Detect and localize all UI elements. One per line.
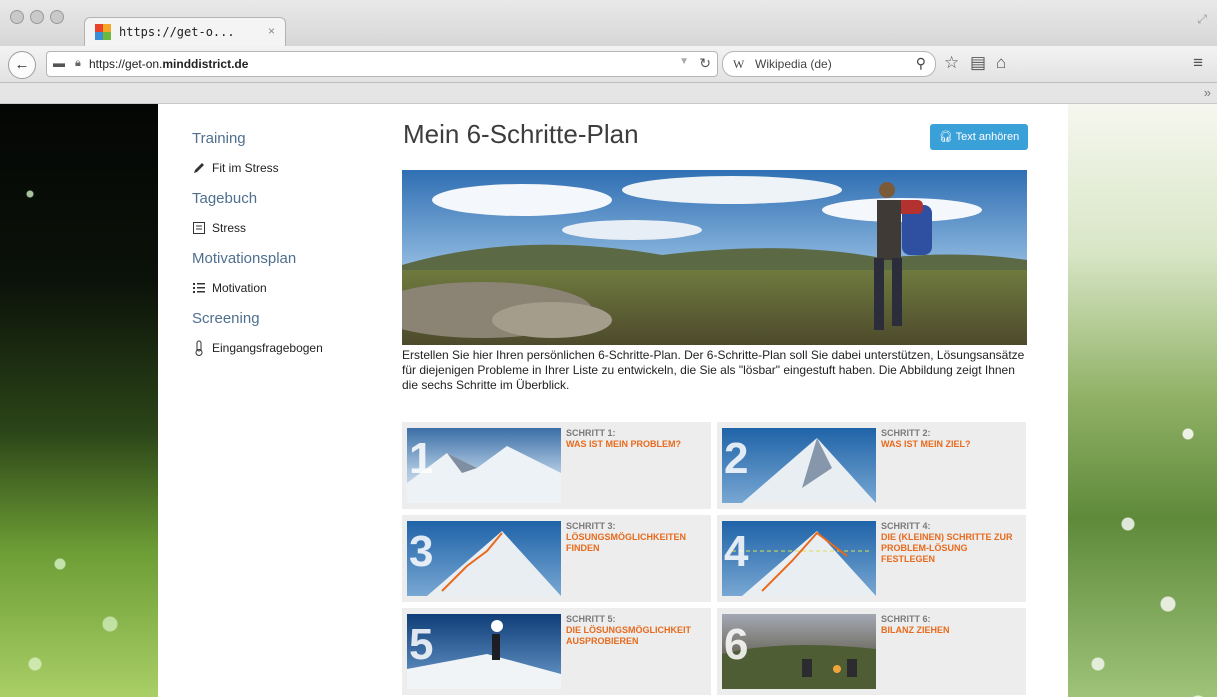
sidebar-heading[interactable]: Motivationsplan	[192, 250, 382, 270]
tab-close-icon[interactable]: ×	[268, 24, 275, 38]
sidebar-section-screening: Screening Eingangsfragebogen	[192, 310, 382, 360]
sidebar-heading[interactable]: Training	[192, 130, 382, 150]
diary-icon	[193, 222, 205, 234]
step-number: 6	[724, 620, 749, 669]
step-number: 2	[724, 434, 749, 483]
step-label: SCHRITT 5:	[566, 614, 616, 624]
site-favicon-icon	[95, 24, 111, 40]
reload-icon[interactable]: ↻	[699, 55, 711, 72]
step-label: SCHRITT 4:	[881, 521, 931, 531]
search-placeholder: Wikipedia (de)	[755, 57, 832, 71]
close-window-button[interactable]	[10, 10, 24, 24]
minimize-window-button[interactable]	[30, 10, 44, 24]
step-image: 2	[722, 428, 876, 503]
step-image: 4	[722, 521, 876, 596]
sidebar-item-label: Stress	[212, 221, 247, 235]
page-title: Mein 6-Schritte-Plan	[403, 119, 639, 149]
sidebar-section-motivationsplan: Motivationsplan Motivation	[192, 250, 382, 300]
sidebar-section-tagebuch: Tagebuch Stress	[192, 190, 382, 240]
chevron-overflow-icon[interactable]: »	[1204, 85, 1211, 100]
url-dropdown-icon[interactable]: ▼	[679, 56, 689, 67]
listen-button-label: Text anhören	[955, 131, 1020, 143]
sidebar: Training Fit im Stress Tagebuch Stress M…	[192, 130, 382, 370]
sidebar-item-stress[interactable]: Stress	[192, 216, 382, 240]
step-card-3[interactable]: 3 SCHRITT 3: LÖSUNGSMÖGLICHKEITEN FINDEN	[402, 515, 711, 602]
list-icon	[193, 283, 205, 293]
sidebar-item-fit-im-stress[interactable]: Fit im Stress	[192, 156, 382, 180]
search-bar[interactable]: W Wikipedia (de) ⚲	[722, 51, 936, 77]
background-grass-right	[1068, 104, 1217, 697]
step-label: SCHRITT 2:	[881, 428, 931, 438]
step-number: 4	[724, 527, 749, 576]
navigation-toolbar: ← ▬ 🔒︎ https://get-on.minddistrict.de ▼ …	[0, 46, 1217, 83]
reading-list-icon[interactable]: ▤	[970, 53, 986, 73]
search-icon[interactable]: ⚲	[916, 55, 926, 72]
step-title: DIE LÖSUNGSMÖGLICHKEIT AUSPROBIEREN	[566, 625, 692, 646]
sidebar-item-motivation[interactable]: Motivation	[192, 276, 382, 300]
hiker-landscape-image	[402, 170, 1027, 345]
step-card-4[interactable]: 4 SCHRITT 4: DIE (KLEINEN) SCHRITTE ZUR …	[717, 515, 1026, 602]
sidebar-item-label: Fit im Stress	[212, 161, 279, 175]
url-text: https://get-on.minddistrict.de	[89, 57, 249, 71]
step-title: WAS IST MEIN ZIEL?	[881, 439, 971, 449]
zoom-window-button[interactable]	[50, 10, 64, 24]
sidebar-section-training: Training Fit im Stress	[192, 130, 382, 180]
bookmark-star-icon[interactable]: ☆	[944, 53, 959, 73]
sidebar-item-label: Motivation	[212, 281, 267, 295]
back-button[interactable]: ←	[8, 51, 36, 79]
lock-icon: 🔒︎	[75, 57, 81, 69]
step-number: 3	[409, 527, 434, 576]
tab-title: https://get-o...	[119, 25, 235, 39]
hero-image	[402, 170, 1027, 345]
sidebar-item-label: Eingangsfragebogen	[212, 341, 323, 355]
background-grass-left	[0, 104, 158, 697]
step-title: BILANZ ZIEHEN	[881, 625, 950, 635]
sidebar-heading[interactable]: Screening	[192, 310, 382, 330]
bookmarks-icon[interactable]: ▬	[53, 56, 65, 70]
step-label: SCHRITT 1:	[566, 428, 616, 438]
step-image: 6	[722, 614, 876, 689]
step-card-6[interactable]: 6 SCHRITT 6: BILANZ ZIEHEN	[717, 608, 1026, 695]
address-bar[interactable]: ▬ 🔒︎ https://get-on.minddistrict.de ▼ ↻	[46, 51, 718, 77]
step-number: 1	[409, 434, 434, 483]
window-titlebar: https://get-o... × ⤢	[0, 0, 1217, 47]
step-label: SCHRITT 6:	[881, 614, 931, 624]
sidebar-heading[interactable]: Tagebuch	[192, 190, 382, 210]
step-title: LÖSUNGSMÖGLICHKEITEN FINDEN	[566, 532, 687, 553]
step-title: WAS IST MEIN PROBLEM?	[566, 439, 682, 449]
step-title: DIE (KLEINEN) SCHRITTE ZUR PROBLEM-LÖSUN…	[881, 532, 1013, 564]
step-card-5[interactable]: 5 SCHRITT 5: DIE LÖSUNGSMÖGLICHKEIT AUSP…	[402, 608, 711, 695]
step-image: 1	[407, 428, 561, 503]
intro-text: Erstellen Sie hier Ihren persönlichen 6-…	[402, 348, 1025, 392]
step-image: 5	[407, 614, 561, 689]
step-card-1[interactable]: 1 SCHRITT 1: WAS IST MEIN PROBLEM?	[402, 422, 711, 509]
sidebar-item-eingangsfragebogen[interactable]: Eingangsfragebogen	[192, 336, 382, 360]
browser-tab[interactable]: https://get-o... ×	[84, 17, 286, 47]
wikipedia-icon[interactable]: W	[733, 57, 744, 72]
listen-button[interactable]: 🎧︎ Text anhören	[930, 124, 1028, 150]
home-icon[interactable]: ⌂	[996, 53, 1006, 73]
step-number: 5	[409, 620, 434, 669]
step-image: 3	[407, 521, 561, 596]
step-card-2[interactable]: 2 SCHRITT 2: WAS IST MEIN ZIEL?	[717, 422, 1026, 509]
pencil-icon	[194, 163, 204, 173]
menu-icon[interactable]: ≡	[1193, 53, 1203, 73]
step-label: SCHRITT 3:	[566, 521, 616, 531]
headphones-icon: 🎧︎	[938, 131, 953, 143]
thermometer-icon	[195, 340, 203, 356]
bookmarks-bar: »	[0, 83, 1217, 104]
fullscreen-icon[interactable]: ⤢	[1197, 12, 1207, 27]
